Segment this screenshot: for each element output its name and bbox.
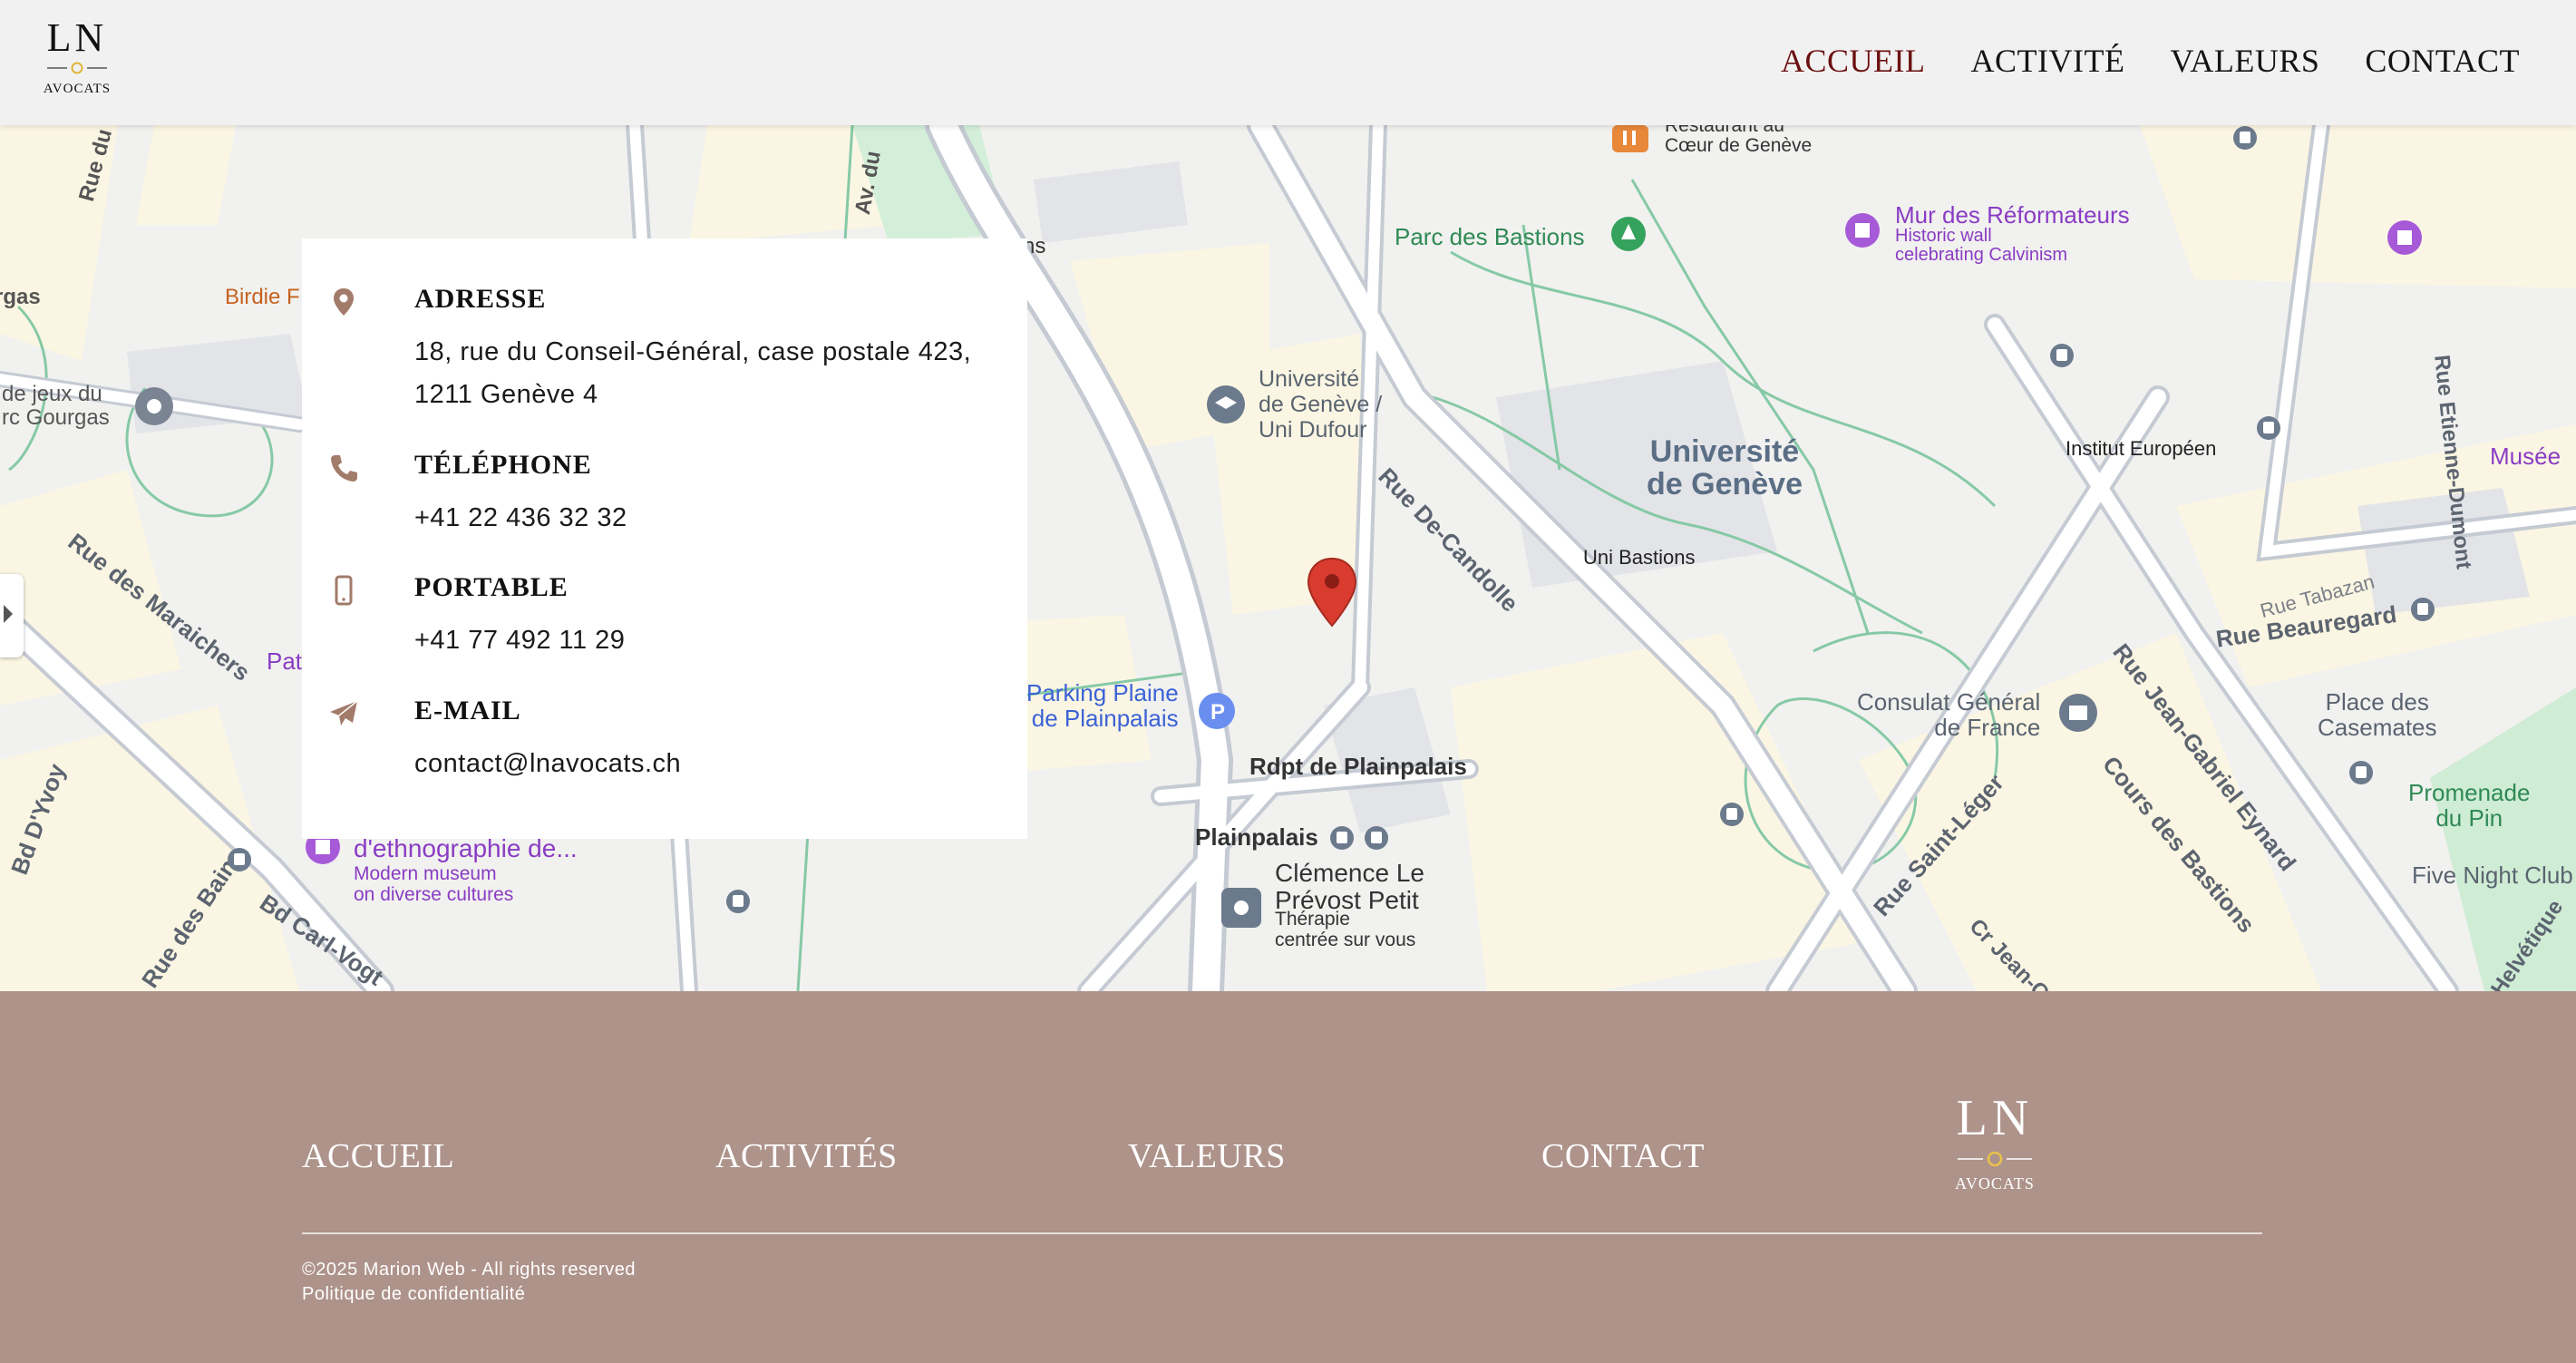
site-header: LN AVOCATS ACCUEIL ACTIVITÉ VALEURS CONT…: [0, 0, 2576, 125]
site-footer: ACCUEIL ACTIVITÉS VALEURS CONTACT LN AVO…: [0, 991, 2576, 1363]
bus-stop-icon[interactable]: [2049, 343, 2075, 368]
map-label-uni-dufour: Université de Genève / Uni Dufour: [1259, 366, 1383, 443]
footer-divider: [302, 1232, 2262, 1234]
map-label-consulat: Consulat Général de France: [1857, 688, 2041, 741]
footer-nav-activites[interactable]: ACTIVITÉS: [715, 1136, 898, 1176]
logo-subtitle: AVOCATS: [43, 82, 112, 96]
contact-title: PORTABLE: [414, 572, 569, 602]
contact-title: TÉLÉPHONE: [414, 450, 592, 480]
place-marker-icon[interactable]: [134, 386, 174, 426]
map-label-parking: Parking Plaine de Plainpalais: [1026, 679, 1179, 732]
map-label-parc-bastions: Parc des Bastions: [1395, 223, 1585, 250]
park-marker-icon[interactable]: [1610, 216, 1647, 252]
logo-initials: LN: [46, 15, 108, 60]
footer-nav-valeurs[interactable]: VALEURS: [1128, 1136, 1286, 1176]
chevron-right-icon: [4, 605, 13, 623]
map-label-ethno-sub: Modern museum on diverse cultures: [354, 863, 514, 905]
nav-activite[interactable]: ACTIVITÉ: [1971, 42, 2125, 80]
bus-stop-icon[interactable]: [2232, 125, 2258, 151]
nav-accueil[interactable]: ACCUEIL: [1781, 42, 1926, 80]
map-label-musee: Musée: [2490, 443, 2561, 470]
map-pin-icon: [334, 288, 354, 316]
map-label-jeux: de jeux du rc Gourgas: [2, 382, 110, 430]
map-label-clemence: Clémence Le Prévost Petit: [1275, 859, 1424, 914]
logo-subtitle: AVOCATS: [1955, 1174, 2035, 1193]
logo-initials: LN: [1956, 1090, 2034, 1146]
contact-title: ADRESSE: [414, 284, 547, 314]
monument-marker-icon[interactable]: [1844, 212, 1881, 248]
office-location-pin-icon[interactable]: [1306, 557, 1358, 629]
svg-text:P: P: [1210, 700, 1225, 725]
map-label-promenade: Promenade du Pin: [2408, 779, 2531, 832]
logo-sun-icon: [38, 60, 116, 76]
contact-address-value[interactable]: 18, rue du Conseil-Général, case postale…: [414, 331, 971, 416]
footer-logo[interactable]: LN AVOCATS: [1949, 1093, 2040, 1193]
bus-stop-icon[interactable]: [2256, 415, 2281, 441]
map-label-gas: rgas: [0, 285, 41, 309]
footer-nav-accueil[interactable]: ACCUEIL: [302, 1136, 454, 1176]
map-label-pat: Pat: [267, 647, 303, 675]
map-side-panel-toggle[interactable]: [0, 574, 24, 657]
university-marker-icon[interactable]: [1206, 385, 1246, 424]
map-label-birdie: Birdie F: [225, 285, 300, 309]
bus-stop-icon[interactable]: [2348, 760, 2374, 785]
map-label-plainpalais: Plainpalais: [1195, 823, 1318, 851]
map-label-uni-bastions: Uni Bastions: [1583, 546, 1696, 569]
restaurant-marker-icon[interactable]: [1610, 125, 1650, 158]
bus-stop-icon[interactable]: [1329, 825, 1355, 851]
contact-info-card: ADRESSE 18, rue du Conseil-Général, case…: [302, 239, 1027, 839]
parking-marker-icon[interactable]: P: [1197, 691, 1237, 731]
nav-contact[interactable]: CONTACT: [2365, 42, 2520, 80]
business-marker-icon[interactable]: [1220, 887, 1262, 929]
consulate-marker-icon[interactable]: [2058, 693, 2098, 733]
map-label-institut: Institut Européen: [2066, 437, 2217, 460]
contact-title: E-MAIL: [414, 696, 521, 725]
map-label-five-night: Five Night Club: [2412, 862, 2573, 889]
logo-sun-icon: [1958, 1151, 2032, 1167]
header-logo[interactable]: LN AVOCATS: [38, 18, 116, 97]
contact-email-link[interactable]: contact@lnavocats.ch: [414, 743, 681, 785]
bus-stop-icon[interactable]: [1364, 825, 1389, 851]
bus-stop-icon[interactable]: [725, 889, 751, 914]
nav-valeurs[interactable]: VALEURS: [2171, 42, 2320, 80]
map-label-therapie: Thérapie centrée sur vous: [1275, 909, 1416, 950]
museum-marker-icon[interactable]: [2386, 219, 2423, 256]
bus-stop-icon[interactable]: [227, 847, 252, 872]
map-label-universite: Université de Genève: [1647, 434, 1803, 501]
contact-phone-value[interactable]: +41 22 436 32 32: [414, 497, 627, 540]
privacy-policy-link[interactable]: Politique de confidentialité: [302, 1284, 525, 1305]
copyright-text: ©2025 Marion Web - All rights reserved: [302, 1260, 636, 1280]
contact-mobile-value[interactable]: +41 77 492 11 29: [414, 619, 625, 662]
mobile-icon: [335, 575, 353, 606]
map-label-restaurant: Restaurant au Cœur de Genève: [1665, 125, 1813, 156]
bus-stop-icon[interactable]: [1719, 802, 1745, 827]
bus-stop-icon[interactable]: [2410, 597, 2435, 622]
map-label-casemates: Place des Casemates: [2318, 688, 2437, 741]
paper-plane-icon: [330, 700, 358, 725]
map-label-mur-sub: Historic wall celebrating Calvinism: [1895, 226, 2068, 265]
footer-nav-contact[interactable]: CONTACT: [1541, 1136, 1705, 1176]
map-label-rdpt: Rdpt de Plainpalais: [1249, 753, 1467, 780]
main-nav: ACCUEIL ACTIVITÉ VALEURS CONTACT: [1781, 42, 2520, 80]
phone-icon: [331, 455, 357, 482]
